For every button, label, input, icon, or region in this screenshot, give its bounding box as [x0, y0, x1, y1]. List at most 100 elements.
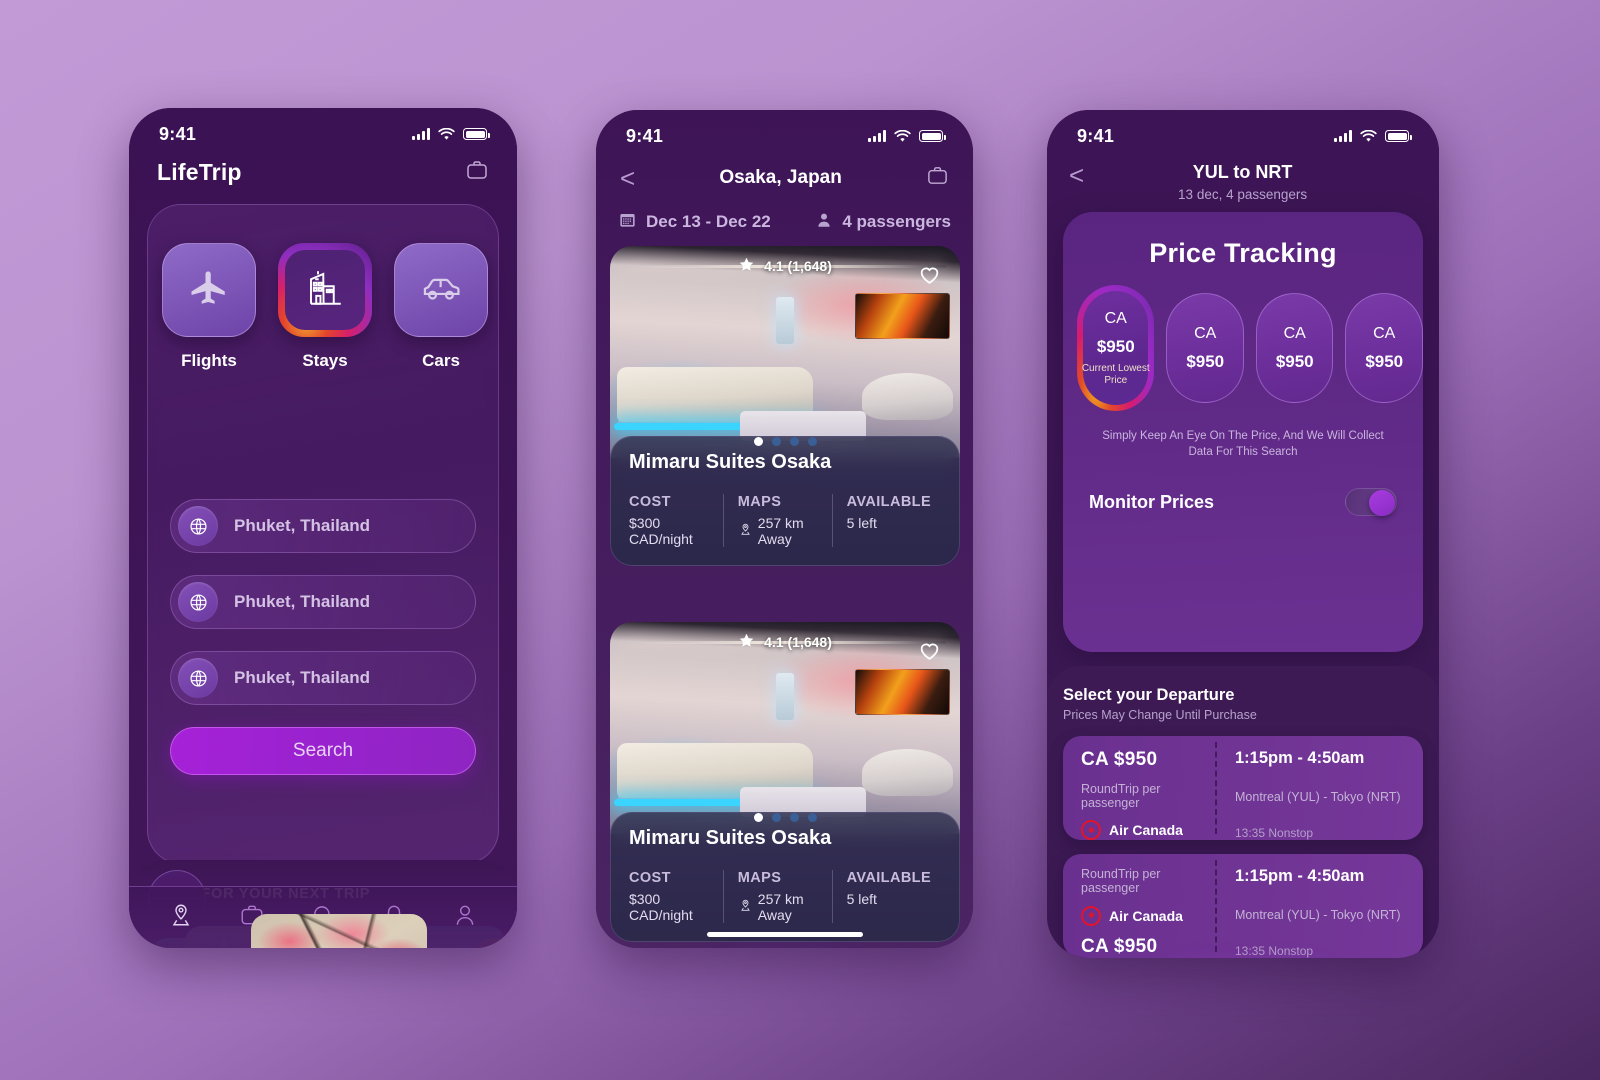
back-button[interactable]: <	[1069, 162, 1084, 188]
battery-icon	[1385, 130, 1412, 142]
air-canada-logo-icon	[1081, 820, 1101, 840]
hotel-card-1[interactable]: 4.1 (1,648) Mimaru Suites Osaka COST $30…	[610, 246, 960, 566]
price-amount: $950	[1365, 351, 1404, 371]
price-card-2[interactable]: CA $950	[1166, 293, 1244, 403]
stat-key: COST	[629, 870, 671, 886]
destination-field-3[interactable]: Phuket, Thailand	[170, 651, 476, 705]
flights-label: Flights	[181, 351, 237, 370]
stat-value: 257 km Away	[738, 891, 822, 923]
page-header: < Osaka, Japan	[596, 156, 973, 192]
phone-2-hotel-list: 9:41 < Osaka, Japan Dec 13 - Dec 22 4 pa…	[596, 110, 973, 948]
cellular-signal-icon	[412, 128, 430, 140]
passengers-chip[interactable]: 4 passengers	[815, 211, 951, 234]
lowest-price-tag: Current Lowest Price	[1081, 363, 1150, 386]
rating-value-1: 4.1 (1,648)	[764, 258, 832, 274]
currency-label: CA	[1373, 324, 1396, 342]
status-bar: 9:41	[1047, 110, 1439, 156]
destination-value-1: Phuket, Thailand	[234, 516, 371, 535]
card-divider	[1215, 860, 1217, 952]
stat-text: $300 CAD/night	[629, 515, 693, 547]
plane-icon	[188, 267, 230, 314]
date-range-label: Dec 13 - Dec 22	[646, 212, 771, 231]
hotel-photo-2[interactable]: 4.1 (1,648)	[610, 622, 960, 834]
price-card-3[interactable]: CA $950	[1255, 293, 1334, 403]
flight-time: 1:15pm - 4:50am	[1235, 749, 1365, 767]
stat-maps-2: MAPS 257 km Away	[722, 870, 832, 923]
flights-tile[interactable]	[162, 243, 256, 337]
phone-1-home-screen: 9:41 LifeTrip Flights Stays Cars Phuket,…	[129, 108, 517, 948]
status-time: 9:41	[159, 123, 197, 144]
price-card-4[interactable]: CA $950	[1345, 293, 1423, 403]
monitor-prices-toggle[interactable]	[1345, 488, 1397, 517]
battery-icon	[919, 130, 946, 142]
price-amount: $950	[1186, 351, 1225, 371]
price-card-lowest[interactable]: CA $950 Current Lowest Price	[1077, 285, 1155, 411]
photo-dots-2[interactable]	[610, 813, 960, 822]
price-tracking-note: Simply Keep An Eye On The Price, And We …	[1102, 430, 1384, 458]
sidebar-item-location[interactable]	[168, 902, 194, 933]
flight-card-2[interactable]: RoundTrip per passenger Air Canada CA $9…	[1063, 854, 1423, 958]
stat-text: 5 left	[846, 515, 877, 531]
back-button[interactable]: <	[620, 165, 635, 191]
stat-value: $300 CAD/night	[629, 515, 713, 547]
home-indicator	[706, 932, 863, 937]
destination-value-2: Phuket, Thailand	[234, 592, 371, 611]
sidebar-item-profile[interactable]	[452, 902, 478, 933]
map-pin-icon	[738, 898, 753, 916]
idea-thumb-3[interactable]	[251, 914, 427, 948]
cellular-signal-icon	[1334, 130, 1352, 142]
stat-value: 5 left	[847, 891, 931, 907]
wifi-icon	[894, 129, 911, 143]
flight-duration: 13:35 Nonstop	[1235, 944, 1314, 958]
rating-badge-1: 4.1 (1,648)	[610, 256, 960, 276]
search-button[interactable]: Search	[170, 727, 476, 775]
phone-3-price-tracking: 9:41 < YUL to NRT 13 dec, 4 passengers P…	[1047, 110, 1439, 958]
hotel-card-2[interactable]: 4.1 (1,648) Mimaru Suites Osaka COST $30…	[610, 622, 960, 942]
hotel-name-2: Mimaru Suites Osaka	[629, 827, 832, 849]
stat-text: 257 km Away	[757, 515, 804, 547]
price-amount: $950	[1096, 337, 1135, 356]
flight-price: CA $950	[1081, 936, 1158, 957]
briefcase-icon[interactable]	[926, 164, 949, 192]
destination-field-2[interactable]: Phuket, Thailand	[170, 575, 476, 629]
price-cards-row: CA $950 Current Lowest Price CA $950 CA …	[1063, 269, 1423, 411]
departure-subtitle: Prices May Change Until Purchase	[1063, 708, 1257, 722]
status-time: 9:41	[1077, 125, 1115, 146]
briefcase-icon[interactable]	[465, 158, 489, 187]
status-bar: 9:41	[596, 110, 973, 156]
stat-available-1: AVAILABLE 5 left	[831, 494, 941, 547]
destination-field-1[interactable]: Phuket, Thailand	[170, 499, 476, 553]
category-tiles: Flights Stays Cars	[148, 205, 498, 371]
departure-panel: Select your Departure Prices May Change …	[1047, 666, 1439, 958]
rating-badge-2: 4.1 (1,648)	[610, 632, 960, 652]
price-amount: $950	[1275, 351, 1314, 371]
building-icon	[304, 267, 346, 314]
hotel-photo-1[interactable]: 4.1 (1,648)	[610, 246, 960, 458]
favorite-heart-icon[interactable]	[917, 638, 942, 668]
date-range-chip[interactable]: Dec 13 - Dec 22	[618, 210, 771, 234]
stat-cost-1: COST $300 CAD/night	[629, 494, 723, 547]
category-cars[interactable]: Cars	[394, 243, 488, 371]
phone-3-screen: 9:41 < YUL to NRT 13 dec, 4 passengers P…	[1047, 110, 1439, 958]
stat-key: COST	[629, 494, 671, 510]
stat-text: 5 left	[846, 891, 877, 907]
page-subtitle: 13 dec, 4 passengers	[1178, 187, 1308, 202]
star-icon	[738, 632, 755, 652]
flight-card-1[interactable]: CA $950 RoundTrip per passenger Air Cana…	[1063, 736, 1423, 840]
stat-key: AVAILABLE	[846, 870, 932, 886]
category-flights[interactable]: Flights	[162, 243, 256, 371]
stat-value: 257 km Away	[738, 515, 822, 547]
photo-dots-1[interactable]	[610, 437, 960, 446]
stays-tile[interactable]	[278, 243, 372, 337]
car-icon	[419, 266, 463, 315]
favorite-heart-icon[interactable]	[917, 262, 942, 292]
status-bar: 9:41	[129, 108, 517, 154]
flight-airline: Air Canada	[1081, 820, 1215, 840]
hotel-info-2: Mimaru Suites Osaka COST $300 CAD/night …	[610, 812, 960, 942]
cars-tile[interactable]	[394, 243, 488, 337]
status-time: 9:41	[626, 125, 664, 146]
hotel-stats-1: COST $300 CAD/night MAPS 257 km Away AVA…	[629, 494, 941, 547]
stat-key: MAPS	[737, 870, 782, 886]
departure-title: Select your Departure	[1063, 686, 1235, 704]
category-stays[interactable]: Stays	[278, 243, 372, 371]
